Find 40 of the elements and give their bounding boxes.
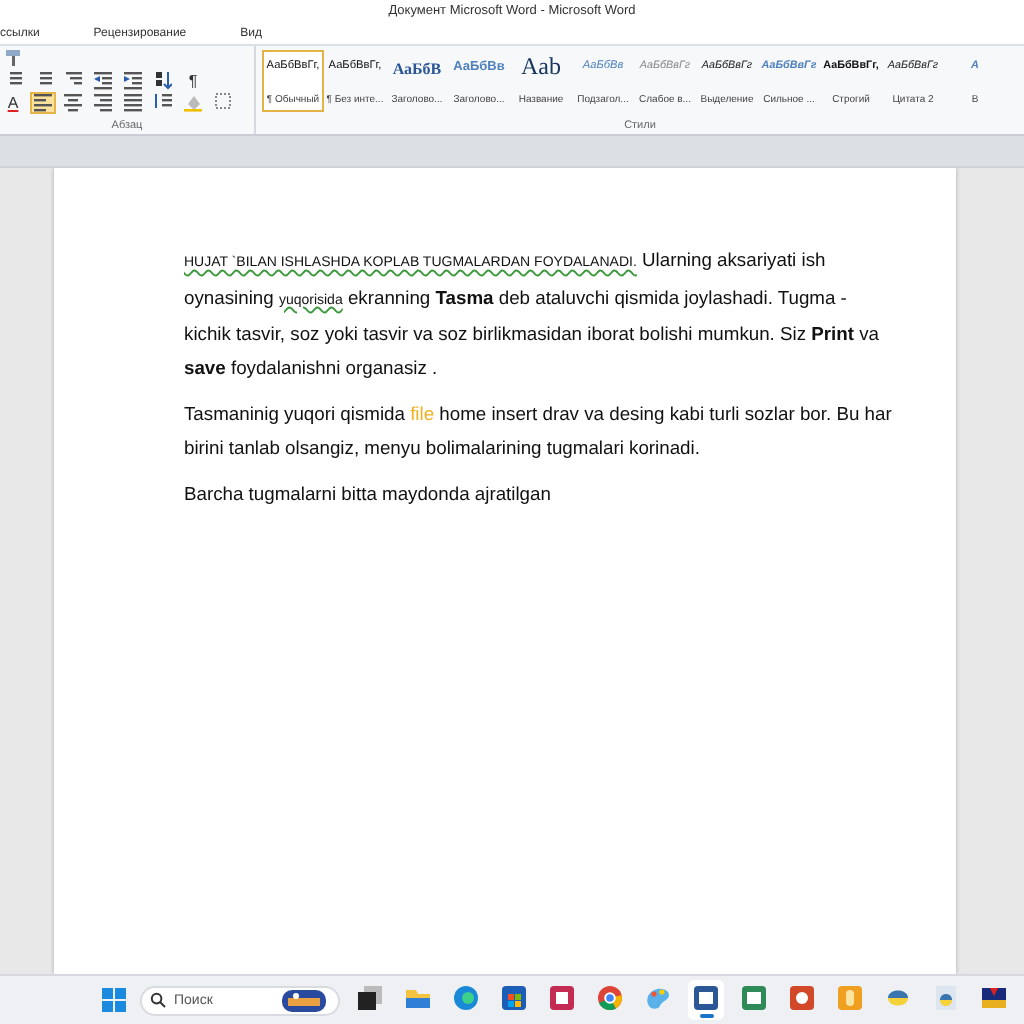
sort-button[interactable] bbox=[150, 69, 176, 91]
justify-icon bbox=[124, 92, 142, 112]
increase-indent-button[interactable] bbox=[120, 69, 146, 91]
format-painter-icon bbox=[4, 48, 22, 68]
installer-icon bbox=[980, 983, 1008, 1011]
borders-icon bbox=[214, 92, 232, 112]
justify-button[interactable] bbox=[120, 91, 146, 113]
ribbon-button[interactable]: ¶ bbox=[180, 69, 206, 91]
sort-icon bbox=[154, 70, 172, 90]
palette-icon bbox=[644, 983, 672, 1011]
app-icon bbox=[836, 983, 864, 1011]
decrease-indent-button[interactable] bbox=[90, 69, 116, 91]
decrease-indent-icon bbox=[94, 70, 112, 90]
task-view-icon bbox=[356, 983, 384, 1011]
multilevel-list-icon bbox=[64, 70, 82, 90]
align-right-icon bbox=[94, 92, 112, 112]
ribbon-button[interactable]: A bbox=[0, 91, 26, 113]
line-spacing-icon bbox=[154, 92, 172, 112]
database-app-icon bbox=[548, 983, 576, 1011]
format-painter-button[interactable] bbox=[0, 47, 26, 69]
align-center-button[interactable] bbox=[60, 91, 86, 113]
browser-icon bbox=[452, 983, 480, 1011]
line-spacing-button[interactable] bbox=[150, 91, 176, 113]
increase-indent-icon bbox=[124, 70, 142, 90]
store-icon bbox=[500, 983, 528, 1011]
presentation-icon bbox=[788, 983, 816, 1011]
taskbar-app-button[interactable] bbox=[688, 980, 724, 1020]
word-processor-icon bbox=[692, 983, 720, 1011]
align-center-icon bbox=[64, 92, 82, 112]
align-left-icon bbox=[34, 92, 52, 112]
spreadsheet-icon bbox=[740, 983, 768, 1011]
paint-bucket-icon bbox=[184, 92, 202, 112]
borders-button[interactable] bbox=[210, 91, 236, 113]
document-paragraph: Tasmaninig yuqori qismida file home insert drav va desing kabi turli sozlar bor. Bu har birini tanlab olsangiz, menyu bolimalarining tugmalari korinadi. bbox=[184, 400, 894, 462]
search-icon bbox=[150, 992, 166, 1008]
document-paragraph: Barcha tugmalarni bitta maydonda ajratilgan bbox=[184, 480, 553, 508]
align-left-button[interactable] bbox=[30, 91, 56, 113]
start-icon[interactable] bbox=[100, 986, 128, 1014]
align-right-button[interactable] bbox=[90, 91, 116, 113]
browser-icon bbox=[596, 983, 624, 1011]
